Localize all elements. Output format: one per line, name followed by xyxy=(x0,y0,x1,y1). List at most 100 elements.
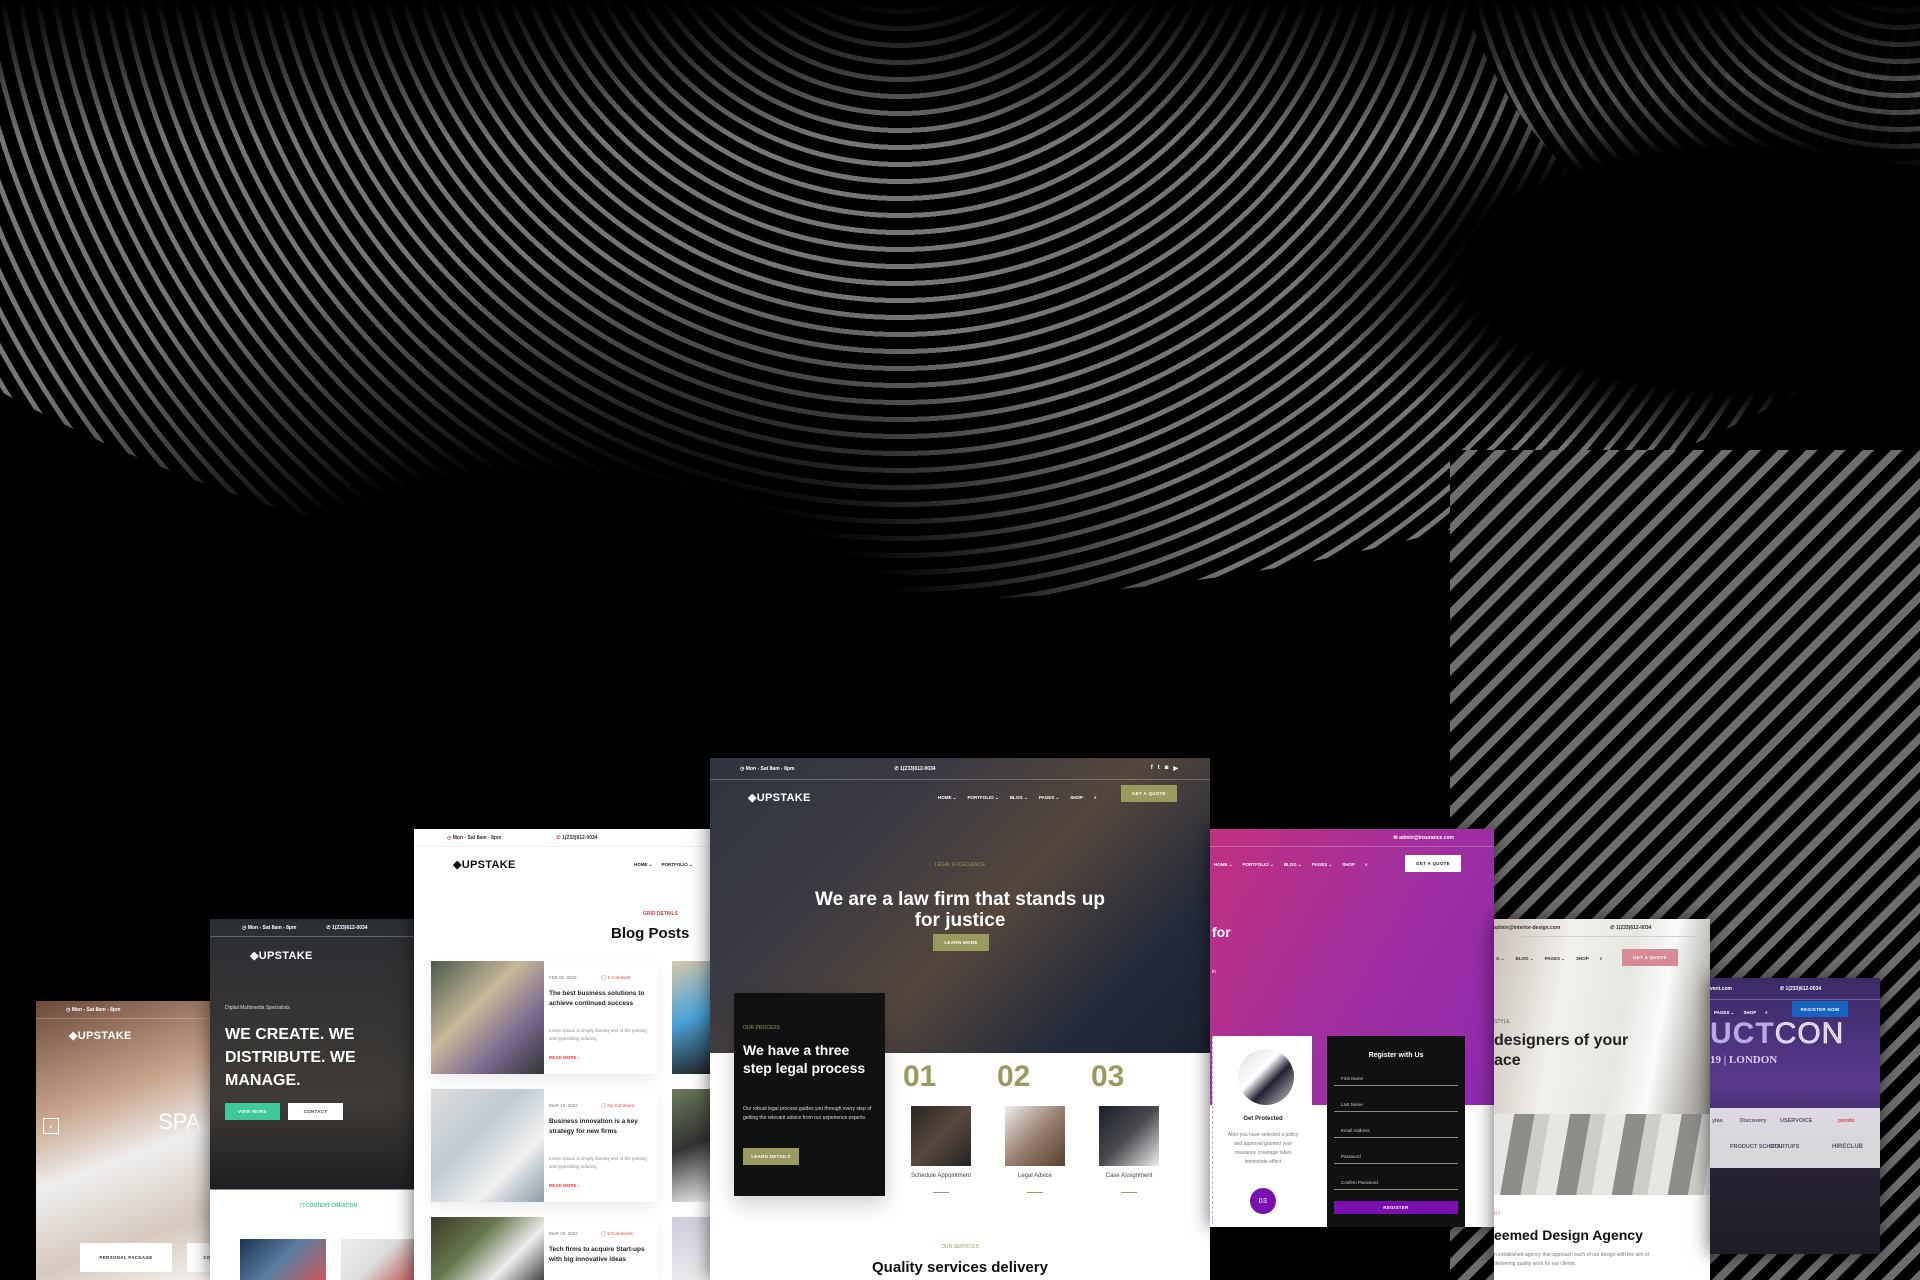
nav-portfolio[interactable]: PORTFOLIO ⌄ xyxy=(968,795,999,801)
get-quote-button[interactable]: GET A QUOTE xyxy=(1622,949,1678,966)
tab-content-creation[interactable]: ❐ CONTENT CREATION xyxy=(275,1193,416,1218)
nav-blog[interactable]: BLOG ⌄ xyxy=(1010,795,1028,801)
email: vent.com xyxy=(1710,985,1732,992)
step-number: 01 xyxy=(903,1060,937,1093)
nav-blog[interactable]: BLOG ⌄ xyxy=(1516,956,1534,962)
portfolio-image[interactable] xyxy=(240,1239,326,1280)
nav-portfolio[interactable]: O ⌄ xyxy=(1496,956,1505,962)
sponsor-logo: Discovery xyxy=(1740,1118,1767,1124)
law-firm-template-preview[interactable]: ◷ Mon - Sat 8am - 8pm ✆ 1(233)612-0034 ft… xyxy=(710,758,1210,1280)
post-title[interactable]: Business innovation is a key strategy fo… xyxy=(549,1117,653,1137)
divider xyxy=(933,1192,949,1193)
logo[interactable]: ◆UPSTAKE xyxy=(453,858,516,871)
blog-card[interactable]: MAR 20, 2023 ◯ 5 Comments Tech firms to … xyxy=(431,1217,657,1280)
learn-more-button[interactable]: LEARN MORE xyxy=(933,934,989,951)
tab-personal-package[interactable]: PERSONAL PACKAGE xyxy=(80,1243,172,1272)
hero-headline: designers of your ace xyxy=(1494,1032,1629,1069)
step-number: 03 xyxy=(1091,1060,1125,1093)
register-button[interactable]: REGISTER xyxy=(1334,1201,1458,1214)
blog-card[interactable]: FEB 05, 2023 ◯ 1 Comment The best busine… xyxy=(431,961,657,1074)
form-field[interactable]: Confirm Password xyxy=(1334,1176,1458,1190)
nav-portfolio[interactable]: PORTFOLIO ⌄ xyxy=(662,862,693,868)
nav-pages[interactable]: PAGES ⌄ xyxy=(1039,795,1059,801)
nav-home[interactable]: HOME ⌄ xyxy=(938,795,957,801)
hero-kicker: STYLE xyxy=(1494,1019,1510,1025)
interior-design-template-preview[interactable]: admin@interior-design.com ✆ 1(233)612-003… xyxy=(1494,919,1710,1280)
nav-shop[interactable]: SHOP xyxy=(1743,1010,1756,1016)
form-field[interactable]: First Name xyxy=(1334,1072,1458,1086)
hero-kicker: Digital Multimedia Specialists xyxy=(225,1005,290,1011)
read-more-link[interactable]: READ MORE › xyxy=(549,1183,579,1188)
post-image xyxy=(431,961,544,1074)
post-title[interactable]: The best business solutions to achieve c… xyxy=(549,989,653,1009)
services-kicker: OUR SERVICES xyxy=(941,1244,979,1250)
nav-pages[interactable]: PAGES ⌄ xyxy=(1312,862,1332,868)
register-form: Register with Us First Name Last Name Emai… xyxy=(1327,1036,1465,1227)
event-template-preview[interactable]: vent.com ✆ 1(233)612-0034 UCTCON PAGES ⌄ S… xyxy=(1710,978,1880,1254)
sponsor-logo: STARTUPS xyxy=(1770,1144,1800,1150)
process-title: We have a three step legal process xyxy=(743,1042,866,1076)
youtube-icon[interactable]: ▶ xyxy=(1173,765,1178,772)
email: admin@insurance.com xyxy=(1399,834,1454,841)
search-icon[interactable]: ⌕ xyxy=(1600,956,1603,962)
blog-card[interactable]: MAR 10, 2023 ◯ No Comment Business innov… xyxy=(431,1089,657,1202)
search-icon[interactable]: ⌕ xyxy=(1765,1010,1768,1016)
learn-details-button[interactable]: LEARN DETAILS xyxy=(743,1148,799,1165)
logo[interactable]: ◆UPSTAKE xyxy=(69,1029,132,1042)
instagram-icon[interactable]: ◙ xyxy=(1165,765,1169,772)
event-date-location: 19 | LONDON xyxy=(1710,1054,1778,1066)
post-comments[interactable]: ◯ 5 Comments xyxy=(601,1231,633,1237)
form-field[interactable]: Email Address xyxy=(1334,1124,1458,1138)
nav-blog[interactable]: BLOG ⌄ xyxy=(1284,862,1302,868)
insurance-template-preview[interactable]: ✉ admin@insurance.com HOME ⌄ PORTFOLIO ⌄ B… xyxy=(1210,829,1494,1227)
search-icon[interactable]: ⌕ xyxy=(1094,795,1097,801)
post-comments[interactable]: ◯ 1 Comment xyxy=(601,975,631,981)
view-more-button[interactable]: VIEW MORE xyxy=(225,1103,280,1120)
nav-portfolio[interactable]: PORTFOLIO ⌄ xyxy=(1243,862,1274,868)
hero-kicker: LEGAL EXCELLENCE xyxy=(934,862,986,868)
get-quote-button[interactable]: GET A QUOTE xyxy=(1121,785,1177,802)
slider-prev-button[interactable]: ‹ xyxy=(43,1118,59,1134)
read-more-link[interactable]: READ MORE › xyxy=(549,1055,579,1060)
step-label: Case Assignment xyxy=(1105,1173,1153,1179)
blog-template-preview[interactable]: ◷ Mon - Sat 8am - 8pm ✆ 1(233)612-0034 ◆U… xyxy=(414,829,710,1280)
nav-shop[interactable]: SHOP xyxy=(1070,795,1083,801)
nav-pages[interactable]: PAGES ⌄ xyxy=(1545,956,1565,962)
twitter-icon[interactable]: t xyxy=(1158,765,1160,772)
form-field[interactable]: Password xyxy=(1334,1150,1458,1164)
register-now-button[interactable]: REGISTER NOW xyxy=(1792,1001,1848,1017)
phone: ✆ 1(233)612-0034 xyxy=(326,924,368,931)
hero-headline: for xyxy=(1212,924,1231,940)
multimedia-template-preview[interactable]: ◷ Mon - Sat 8am - 8pm ✆ 1(233)612-0034 ◆U… xyxy=(210,919,416,1280)
search-icon[interactable]: ⌕ xyxy=(1365,862,1368,868)
nav-shop[interactable]: SHOP xyxy=(1576,956,1589,962)
hours: ◷ Mon - Sat 8am - 8pm xyxy=(740,765,795,772)
post-date: FEB 05, 2023 xyxy=(549,975,577,980)
sponsor-logo: USERVOICE xyxy=(1780,1118,1813,1124)
contact-button[interactable]: CONTACT xyxy=(288,1103,343,1120)
facebook-icon[interactable]: f xyxy=(1151,765,1153,772)
post-comments[interactable]: ◯ No Comment xyxy=(601,1103,634,1109)
portfolio-image[interactable] xyxy=(341,1239,416,1280)
process-box: OUR PROCESS We have a three step legal p… xyxy=(734,993,885,1196)
nav-pages[interactable]: PAGES ⌄ xyxy=(1714,1010,1734,1016)
clock-icon: ◷ xyxy=(447,834,452,841)
phone: ✆ 1(233)612-0034 xyxy=(1610,924,1652,931)
post-title[interactable]: Tech firms to acquire Start-ups with big… xyxy=(549,1245,653,1265)
post-image xyxy=(431,1089,544,1202)
nav-home[interactable]: HOME ⌄ xyxy=(1214,862,1233,868)
section-kicker: RY xyxy=(1494,1211,1501,1217)
nav-home[interactable]: HOME ⌄ xyxy=(634,862,653,868)
logo[interactable]: ◆UPSTAKE xyxy=(748,791,811,804)
get-quote-button[interactable]: GET A QUOTE xyxy=(1405,855,1461,872)
divider xyxy=(1027,1192,1043,1193)
nav-shop[interactable]: SHOP xyxy=(1342,862,1355,868)
services-title: Quality services delivery xyxy=(872,1259,1048,1276)
post-date: MAR 20, 2023 xyxy=(549,1231,578,1236)
comment-icon: ◯ xyxy=(601,975,607,980)
event-logo: UCTCON xyxy=(1710,1017,1845,1050)
form-field[interactable]: Last Name xyxy=(1334,1098,1458,1112)
comment-icon: ◯ xyxy=(601,1103,607,1108)
spa-template-preview[interactable]: ◷ Mon - Sat 8am - 8pm ◆UPSTAKE SPA ‹ PER… xyxy=(36,1001,216,1280)
logo[interactable]: ◆UPSTAKE xyxy=(250,949,313,962)
